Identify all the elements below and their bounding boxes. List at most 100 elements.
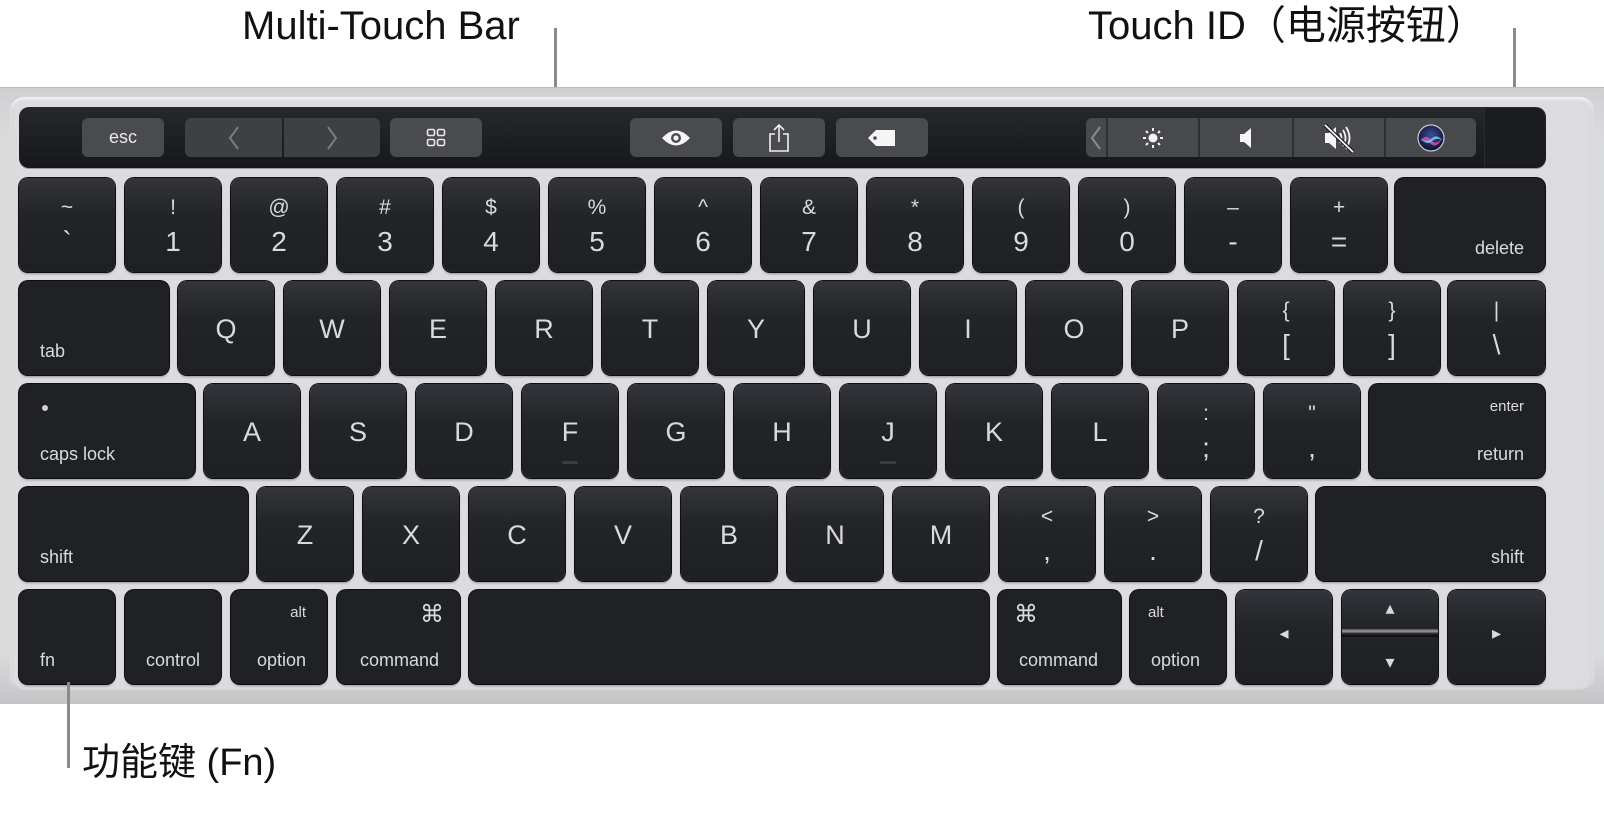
arrow-left-icon: ◂ — [1279, 623, 1289, 643]
control-strip-brightness-button[interactable] — [1108, 118, 1198, 157]
key-y[interactable]: Y — [708, 281, 804, 375]
touch-bar-forward-button[interactable] — [284, 118, 380, 157]
control-strip-mute-button[interactable] — [1294, 118, 1384, 157]
key-2c[interactable]: ", — [1264, 384, 1360, 478]
control-strip-siri-button[interactable] — [1386, 118, 1476, 157]
key-5d[interactable]: }] — [1344, 281, 1440, 375]
key-return[interactable]: return enter — [1369, 384, 1545, 478]
key-primary-legend: 2 — [271, 226, 287, 257]
key-i[interactable]: I — [920, 281, 1016, 375]
key-5b[interactable]: {[ — [1238, 281, 1334, 375]
key-a[interactable]: A — [204, 384, 300, 478]
key-p[interactable]: P — [1132, 281, 1228, 375]
key-shift-legend: | — [1493, 299, 1500, 322]
key-legend: return — [1476, 444, 1524, 464]
key-3[interactable]: #3 — [337, 178, 433, 272]
key-legend: T — [641, 314, 659, 344]
key-primary-legend: 7 — [801, 226, 817, 257]
touch-id-sensor[interactable] — [1484, 108, 1545, 167]
key-5c[interactable]: | \ — [1448, 281, 1545, 375]
touch-bar-tags-button[interactable] — [836, 118, 928, 157]
key-r[interactable]: R — [496, 281, 592, 375]
key-e[interactable]: E — [390, 281, 486, 375]
key-arrow-left[interactable]: ◂ — [1236, 590, 1332, 684]
key-6[interactable]: ^ 6 — [655, 178, 751, 272]
key-arrow-up-down[interactable]: ▴ ▾ — [1342, 590, 1438, 684]
key-t[interactable]: T — [602, 281, 698, 375]
key-b[interactable]: B — [681, 487, 777, 581]
touch-bar-quick-look-button[interactable] — [630, 118, 722, 157]
arrow-right-icon: ▸ — [1491, 623, 1502, 643]
key-arrow-right[interactable]: ▸ — [1448, 590, 1545, 684]
key-z[interactable]: Z — [257, 487, 353, 581]
control-strip-volume-button[interactable] — [1200, 118, 1292, 157]
key-s[interactable]: S — [310, 384, 406, 478]
key-legend: Y — [746, 314, 765, 344]
key-h[interactable]: H — [734, 384, 830, 478]
key-command[interactable]: command ⌘ — [337, 590, 460, 684]
key-v[interactable]: V — [575, 487, 671, 581]
key-g[interactable]: G — [628, 384, 724, 478]
key-q[interactable]: Q — [178, 281, 274, 375]
key-l[interactable]: L — [1052, 384, 1148, 478]
key-alt-legend: alt — [1148, 604, 1164, 621]
key-shift-legend: ~ — [60, 196, 74, 219]
key-9[interactable]: (9 — [973, 178, 1069, 272]
control-strip-expand-button[interactable] — [1086, 118, 1106, 157]
key-k[interactable]: K — [946, 384, 1042, 478]
key-shift-legend: ^ — [698, 196, 708, 219]
key-7[interactable]: & 7 — [761, 178, 857, 272]
key-3b[interactable]: :; — [1158, 384, 1254, 478]
key-1[interactable]: ! 1 — [125, 178, 221, 272]
key-60[interactable]: ~ ` — [19, 178, 115, 272]
key-option[interactable]: option alt — [231, 590, 327, 684]
touch-bar-esc-button[interactable]: esc — [82, 118, 164, 157]
touch-bar-share-button[interactable] — [733, 118, 825, 157]
key-legend: W — [319, 314, 345, 344]
key-shift-left[interactable]: shift — [19, 487, 248, 581]
control-strip-divider — [1198, 118, 1200, 157]
key-caps-lock[interactable]: caps lock — [19, 384, 195, 478]
key-legend: F — [561, 417, 579, 447]
key-shift-right[interactable]: shift — [1316, 487, 1545, 581]
key-tab[interactable]: tab — [19, 281, 169, 375]
key-3d[interactable]: + = — [1291, 178, 1387, 272]
speaker-icon — [1238, 127, 1254, 149]
key-control[interactable]: control — [125, 590, 221, 684]
key-shift-legend: & — [801, 196, 816, 219]
key-c[interactable]: C — [469, 487, 565, 581]
key-j[interactable]: J — [840, 384, 936, 478]
key-2[interactable]: @2 — [231, 178, 327, 272]
key-x[interactable]: X — [363, 487, 459, 581]
key-w[interactable]: W — [284, 281, 380, 375]
key-m[interactable]: M — [893, 487, 989, 581]
key-8[interactable]: * 8 — [867, 178, 963, 272]
key-5[interactable]: % 5 — [549, 178, 645, 272]
key-n[interactable]: N — [787, 487, 883, 581]
key-primary-legend: [ — [1282, 329, 1290, 360]
key-2c[interactable]: <, — [999, 487, 1095, 581]
touch-bar-view-button[interactable] — [390, 118, 482, 157]
key-4[interactable]: $4 — [443, 178, 539, 272]
key-space[interactable] — [469, 590, 989, 684]
key-fn[interactable]: fn — [19, 590, 115, 684]
touch-bar-esc-label: esc — [108, 127, 137, 147]
key-legend: R — [534, 314, 554, 344]
key-o[interactable]: O — [1026, 281, 1122, 375]
key-primary-legend: 9 — [1013, 226, 1029, 257]
key-2f[interactable]: ? / — [1211, 487, 1307, 581]
key-primary-legend: 3 — [377, 226, 393, 257]
key-shift-legend: % — [587, 196, 607, 219]
key-0[interactable]: ) 0 — [1079, 178, 1175, 272]
key-u[interactable]: U — [814, 281, 910, 375]
key-.[interactable]: >. — [1105, 487, 1201, 581]
key-primary-legend: . — [1149, 535, 1157, 566]
key-option-right[interactable]: option alt — [1130, 590, 1226, 684]
key-f[interactable]: F — [522, 384, 618, 478]
key--[interactable]: – - — [1185, 178, 1281, 272]
key-delete[interactable]: delete — [1395, 178, 1545, 272]
touch-bar-back-button[interactable] — [185, 118, 282, 157]
key-command-right[interactable]: command ⌘ — [998, 590, 1121, 684]
key-d[interactable]: D — [416, 384, 512, 478]
tag-icon — [867, 129, 897, 147]
